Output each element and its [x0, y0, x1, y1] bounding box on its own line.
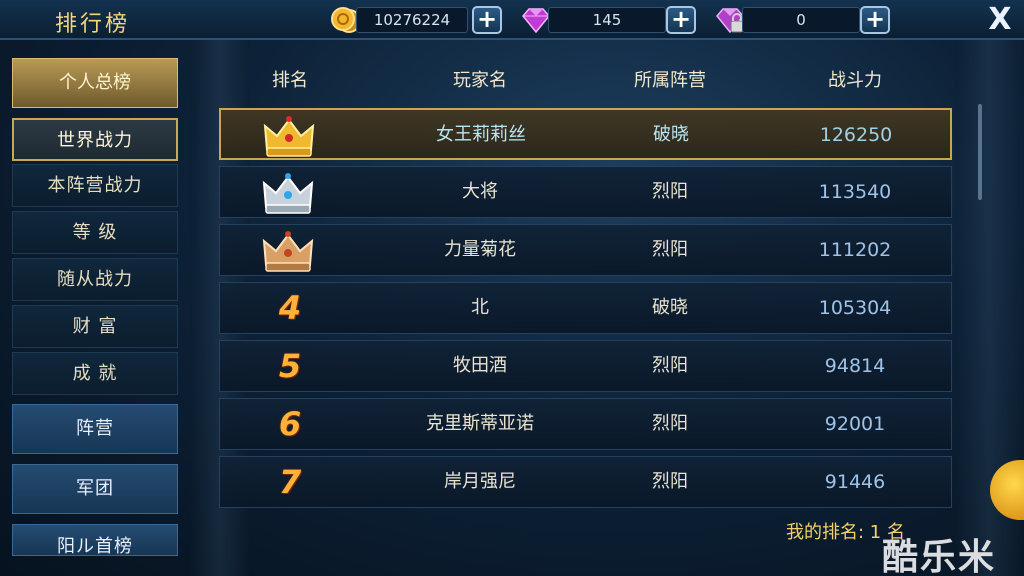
player-power: 94814 [824, 355, 886, 377]
sidebar-item-camp-power[interactable]: 本阵营战力 [12, 164, 178, 207]
header-camp: 所属阵营 [634, 70, 706, 91]
player-name: 岸月强尼 [444, 471, 516, 492]
table-row[interactable]: 大将 烈阳 113540 [219, 166, 952, 218]
table-row[interactable]: 女王莉莉丝 破晓 126250 [219, 108, 952, 160]
player-camp: 烈阳 [652, 239, 688, 260]
close-icon[interactable]: X [985, 2, 1015, 37]
sidebar-item-achievement[interactable]: 成 就 [12, 352, 178, 395]
gold-crown-icon [263, 116, 315, 157]
sidebar-item-wealth[interactable]: 财 富 [12, 305, 178, 348]
player-camp: 破晓 [652, 297, 688, 318]
sidebar-category-camp[interactable]: 阵营 [12, 404, 178, 454]
page-title: 排行榜 [55, 12, 131, 37]
table-header: 排名 玩家名 所属阵营 战斗力 [220, 60, 950, 98]
table-row[interactable]: 7 岸月强尼 烈阳 91446 [219, 456, 952, 508]
rank-number: 5 [278, 347, 302, 385]
bronze-crown-icon [262, 231, 314, 272]
watermark-logo: 酷乐米 [882, 537, 997, 576]
sidebar-category-more[interactable]: 阳ル首榜 [12, 524, 178, 556]
locked-gem-counter: 0 [742, 7, 860, 33]
header-player-name: 玩家名 [453, 70, 507, 91]
player-name: 力量菊花 [444, 239, 516, 260]
add-gem-button[interactable]: + [666, 6, 696, 34]
gold-value: 10276224 [373, 11, 451, 29]
list-scrollbar[interactable] [978, 104, 982, 200]
gold-counter: 10276224 [356, 7, 468, 33]
player-camp: 烈阳 [652, 413, 688, 434]
table-row[interactable]: 5 牧田酒 烈阳 94814 [219, 340, 952, 392]
player-camp: 烈阳 [652, 181, 688, 202]
rank-number: 6 [278, 405, 302, 443]
sidebar-item-level[interactable]: 等 级 [12, 211, 178, 254]
locked-gem-value: 0 [796, 11, 806, 29]
header-rank: 排名 [272, 70, 308, 91]
player-power: 105304 [818, 297, 892, 319]
silver-crown-icon [262, 173, 314, 214]
player-camp: 破晓 [653, 124, 689, 145]
add-locked-gem-button[interactable]: + [860, 6, 890, 34]
header-power: 战斗力 [828, 70, 882, 91]
top-bar: 排行榜 10276224 + 145 + 0 + X [0, 0, 1024, 40]
sidebar-category-legion[interactable]: 军团 [12, 464, 178, 514]
sidebar-item-world-power[interactable]: 世界战力 [12, 118, 178, 161]
player-name: 大将 [462, 181, 498, 202]
table-row[interactable]: 4 北 破晓 105304 [219, 282, 952, 334]
rank-number: 4 [278, 289, 302, 327]
ranking-category-sidebar: 个人总榜 世界战力 本阵营战力 等 级 随从战力 财 富 成 就 阵营 军团 阳… [10, 58, 178, 556]
player-power: 113540 [818, 181, 892, 203]
gem-counter: 145 [548, 7, 666, 33]
player-name: 克里斯蒂亚诺 [426, 413, 534, 434]
rank-number: 7 [278, 463, 302, 501]
player-name: 牧田酒 [453, 355, 507, 376]
gem-value: 145 [592, 11, 622, 29]
player-power: 92001 [824, 413, 886, 435]
player-name: 女王莉莉丝 [436, 124, 526, 145]
player-camp: 烈阳 [652, 471, 688, 492]
player-camp: 烈阳 [652, 355, 688, 376]
sidebar-item-follower-power[interactable]: 随从战力 [12, 258, 178, 301]
player-power: 126250 [819, 124, 893, 146]
player-power: 111202 [818, 239, 892, 261]
table-row[interactable]: 6 克里斯蒂亚诺 烈阳 92001 [219, 398, 952, 450]
add-gold-button[interactable]: + [472, 6, 502, 34]
sidebar-header: 个人总榜 [12, 58, 178, 108]
table-row[interactable]: 力量菊花 烈阳 111202 [219, 224, 952, 276]
player-name: 北 [471, 297, 489, 318]
player-power: 91446 [824, 471, 886, 493]
